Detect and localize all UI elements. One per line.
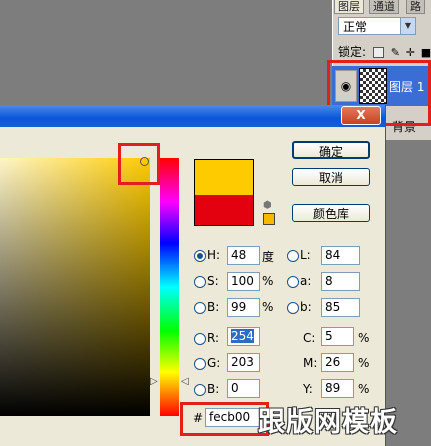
label-m: M: — [303, 356, 318, 370]
move-icon[interactable]: ✛ — [406, 46, 415, 59]
input-m[interactable]: 26 — [321, 353, 354, 372]
brush-icon[interactable]: ✎ — [391, 46, 400, 59]
input-g[interactable]: 203 — [227, 353, 260, 372]
input-l[interactable]: 84 — [321, 246, 360, 265]
radio-r[interactable] — [194, 333, 206, 345]
lock-transparency-icon[interactable] — [372, 47, 384, 58]
watermark: 跟版网模板 — [258, 407, 398, 438]
label-l: L: — [300, 248, 311, 262]
lock-label: 锁定: — [338, 45, 367, 59]
unit-y: % — [358, 382, 370, 396]
label-c: C: — [303, 331, 316, 345]
label-lab-b: b: — [300, 300, 312, 314]
hue-slider-left-arrow[interactable]: ▷ — [150, 376, 158, 387]
lock-row: 锁定: ✎ ✛ ■ — [338, 43, 431, 60]
label-y: Y: — [303, 382, 313, 396]
label-r: R: — [207, 331, 220, 345]
input-h[interactable]: 48 — [227, 246, 260, 265]
highlight-box-hex — [180, 402, 269, 436]
hue-slider[interactable] — [160, 158, 179, 416]
current-color-swatch[interactable] — [194, 195, 254, 226]
radio-blue[interactable] — [194, 384, 206, 396]
dialog-titlebar[interactable] — [0, 105, 385, 127]
ok-button[interactable]: 确定 — [292, 141, 370, 159]
radio-l[interactable] — [287, 250, 299, 262]
websafe-swatch[interactable] — [263, 213, 275, 225]
cancel-button[interactable]: 取消 — [292, 168, 370, 186]
radio-s[interactable] — [194, 276, 206, 288]
close-button[interactable]: X — [341, 106, 381, 125]
label-s: S: — [207, 274, 219, 288]
unit-h: 度 — [262, 250, 275, 264]
radio-a[interactable] — [287, 276, 299, 288]
radio-g[interactable] — [194, 358, 206, 370]
input-blue[interactable]: 0 — [227, 379, 260, 398]
color-field[interactable] — [0, 158, 150, 416]
unit-s: % — [262, 274, 274, 288]
hue-slider-right-arrow[interactable]: ◁ — [181, 376, 189, 387]
input-b[interactable]: 99 — [227, 298, 260, 317]
unit-c: % — [358, 331, 370, 345]
label-a: a: — [300, 274, 312, 288]
input-c[interactable]: 5 — [321, 327, 354, 346]
input-lab-b[interactable]: 85 — [321, 298, 360, 317]
input-r[interactable]: 254 — [227, 327, 260, 346]
unit-m: % — [358, 356, 370, 370]
unit-b: % — [262, 300, 274, 314]
input-a[interactable]: 8 — [321, 272, 360, 291]
label-blue: B: — [207, 382, 220, 396]
label-b: B: — [207, 300, 220, 314]
label-h: H: — [207, 248, 221, 262]
websafe-cube-icon[interactable]: ⬢ — [263, 200, 272, 211]
tab-layers[interactable]: 图层 — [334, 0, 364, 14]
tab-paths[interactable]: 路 — [406, 0, 425, 14]
input-y[interactable]: 89 — [321, 379, 354, 398]
highlight-box-cursor — [118, 143, 160, 185]
blend-mode-select[interactable]: 正常 ▼ — [338, 17, 416, 35]
new-color-swatch — [194, 159, 254, 196]
chevron-down-icon: ▼ — [400, 18, 415, 34]
radio-b[interactable] — [194, 302, 206, 314]
tab-channels[interactable]: 通道 — [369, 0, 399, 14]
color-libraries-button[interactable]: 颜色库 — [292, 204, 370, 222]
radio-h[interactable] — [194, 250, 206, 262]
radio-lab-b[interactable] — [287, 302, 299, 314]
lock-icon[interactable]: ■ — [421, 46, 431, 59]
label-g: G: — [207, 356, 221, 370]
input-s[interactable]: 100 — [227, 272, 260, 291]
input-r-value: 254 — [231, 329, 254, 343]
blend-mode-value: 正常 — [343, 20, 368, 34]
